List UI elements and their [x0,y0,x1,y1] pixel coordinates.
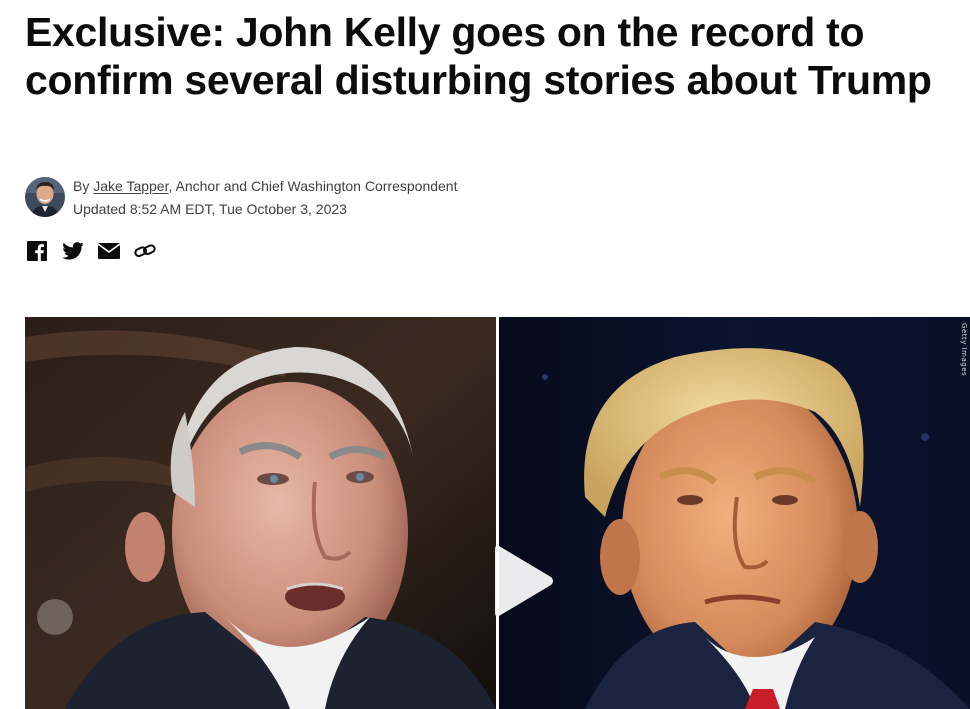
byline-prefix: By [73,178,94,194]
link-icon[interactable] [134,240,156,262]
author-role: , Anchor and Chief Washington Correspond… [168,178,458,194]
play-button[interactable] [491,542,555,620]
email-icon[interactable] [98,240,120,262]
video-thumbnail [25,317,970,709]
author-avatar[interactable] [25,177,65,217]
article-headline: Exclusive: John Kelly goes on the record… [25,9,932,103]
updated-timestamp: Updated 8:52 AM EDT, Tue October 3, 2023 [73,201,347,217]
image-credit: Getty Images [960,323,968,377]
twitter-icon[interactable] [62,240,84,262]
author-link[interactable]: Jake Tapper [93,178,168,194]
video-player[interactable]: Getty Images [25,317,970,709]
byline: By Jake Tapper, Anchor and Chief Washing… [25,175,457,223]
share-bar [26,240,156,262]
facebook-icon[interactable] [26,240,48,262]
play-icon [495,545,553,617]
